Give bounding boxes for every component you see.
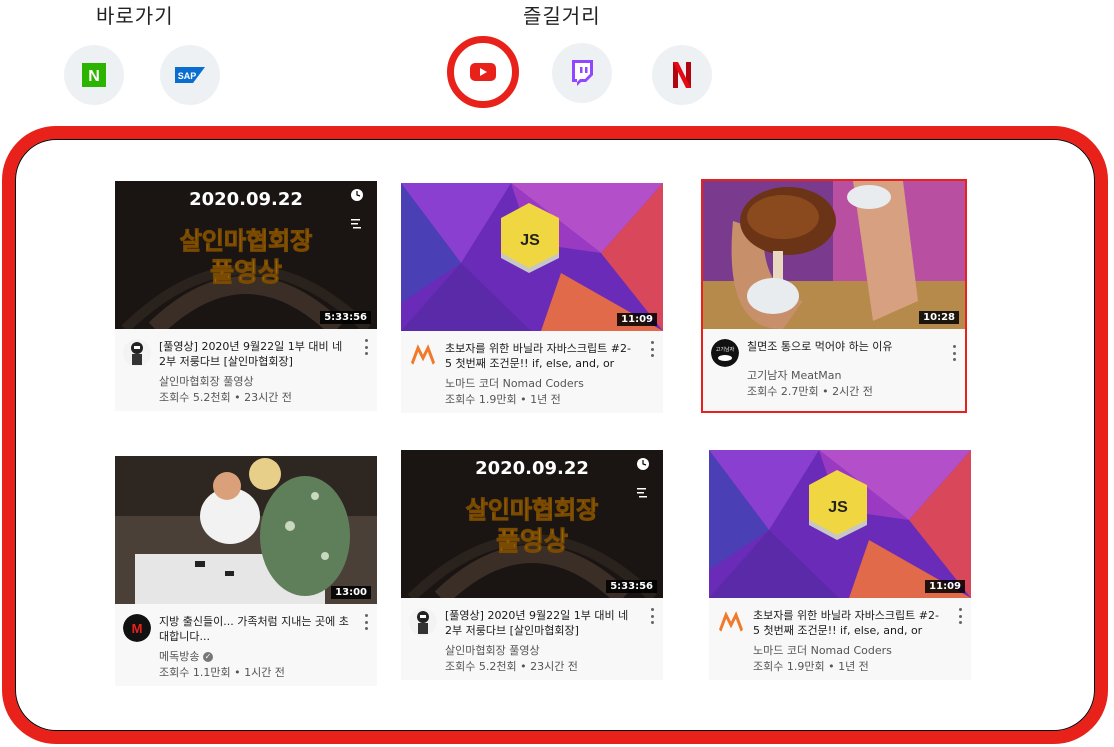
video-title[interactable]: 초보자를 위한 바닐라 자바스크립트 #2-5 첫번째 조건문!! if, el… xyxy=(445,341,637,371)
channel-avatar[interactable] xyxy=(717,608,745,636)
video-title[interactable]: 칠면조 통으로 먹어야 하는 이유 xyxy=(747,339,939,354)
channel-name[interactable]: 노마드 코더 Nomad Coders xyxy=(753,642,892,658)
video-card[interactable]: 10:28 고기남자 칠면조 통으로 먹어야 하는 이유 고기남자 MeatMa… xyxy=(701,179,967,413)
video-stats: 조회수 1.9만회 • 1년 전 xyxy=(753,660,869,673)
netflix-favorite-button[interactable] xyxy=(652,45,712,105)
video-card[interactable]: 2020.09.22 살인마협회장 풀영상 5:33:56 [풀영상] 2020… xyxy=(115,181,377,411)
video-card[interactable]: JS 11:09 초보자를 위한 바닐라 자바스크립트 #2-5 첫번째 조건문… xyxy=(709,450,971,680)
thumb-badge: JS xyxy=(828,499,848,516)
video-thumbnail[interactable]: 10:28 xyxy=(703,181,965,329)
thumb-date: 2020.09.22 xyxy=(189,189,303,210)
favorites-label: 즐길거리 xyxy=(523,4,601,28)
channel-name[interactable]: 고기남자 MeatMan xyxy=(747,367,842,383)
video-thumbnail[interactable]: JS 11:09 xyxy=(401,183,663,331)
netflix-icon xyxy=(673,62,691,88)
video-thumbnail[interactable]: 13:00 xyxy=(115,456,377,604)
video-card[interactable]: 2020.09.22 살인마협회장 풀영상 5:33:56 [풀영상] 2020… xyxy=(401,450,663,680)
video-duration: 13:00 xyxy=(331,586,371,599)
video-duration: 11:09 xyxy=(617,313,657,326)
shortcuts-label: 바로가기 xyxy=(96,4,174,28)
thumb-title-line1: 살인마협회장 xyxy=(180,227,312,255)
channel-row[interactable]: 메독방송 ✓ xyxy=(159,648,213,664)
video-thumbnail[interactable]: 2020.09.22 살인마협회장 풀영상 5:33:56 xyxy=(401,450,663,598)
video-title[interactable]: 지방 출신들이... 가족처럼 지내는 곳에 초대합니다... xyxy=(159,614,351,644)
naver-shortcut-button[interactable]: N xyxy=(64,45,124,105)
twitch-icon xyxy=(572,60,593,86)
video-title[interactable]: [풀영상] 2020년 9월22일 1부 대비 네 2부 저룽다브 [살인마협회… xyxy=(445,608,637,638)
more-options-icon[interactable] xyxy=(957,608,963,624)
youtube-favorite-button[interactable] xyxy=(447,36,519,108)
verified-icon: ✓ xyxy=(202,652,213,662)
video-card[interactable]: JS 11:09 초보자를 위한 바닐라 자바스크립트 #2-5 첫번째 조건문… xyxy=(401,183,663,413)
thumb-badge: JS xyxy=(520,232,540,249)
more-options-icon[interactable] xyxy=(649,341,655,357)
channel-avatar[interactable] xyxy=(409,608,437,636)
twitch-favorite-button[interactable] xyxy=(552,43,612,103)
video-duration: 5:33:56 xyxy=(320,311,371,324)
naver-icon: N xyxy=(82,63,106,87)
video-title[interactable]: 초보자를 위한 바닐라 자바스크립트 #2-5 첫번째 조건문!! if, el… xyxy=(753,608,945,638)
video-thumbnail[interactable]: 2020.09.22 살인마협회장 풀영상 5:33:56 xyxy=(115,181,377,329)
video-stats: 조회수 1.1만회 • 1시간 전 xyxy=(159,666,285,679)
video-thumbnail[interactable]: JS 11:09 xyxy=(709,450,971,598)
thumb-title-line1: 살인마협회장 xyxy=(466,496,598,524)
thumb-date: 2020.09.22 xyxy=(475,458,589,479)
channel-name[interactable]: 메독방송 xyxy=(159,650,199,663)
channel-name[interactable]: 살인마협회장 풀영상 xyxy=(159,373,254,389)
video-title[interactable]: [풀영상] 2020년 9월22일 1부 대비 네 2부 저룽다브 [살인마협회… xyxy=(159,339,351,369)
channel-name[interactable]: 노마드 코더 Nomad Coders xyxy=(445,375,584,391)
thumb-title-line2: 풀영상 xyxy=(496,527,568,557)
video-stats: 조회수 5.2천회 • 23시간 전 xyxy=(445,660,578,673)
more-options-icon[interactable] xyxy=(649,608,655,624)
svg-text:N: N xyxy=(88,68,100,85)
channel-avatar[interactable] xyxy=(409,341,437,369)
avatar-text: M xyxy=(132,621,143,636)
youtube-icon xyxy=(470,63,496,81)
video-stats: 조회수 1.9만회 • 1년 전 xyxy=(445,393,561,406)
video-duration: 10:28 xyxy=(919,311,959,324)
channel-avatar[interactable]: 고기남자 xyxy=(711,339,739,367)
video-duration: 5:33:56 xyxy=(606,580,657,593)
video-duration: 11:09 xyxy=(925,580,965,593)
video-card[interactable]: 13:00 M 지방 출신들이... 가족처럼 지내는 곳에 초대합니다... … xyxy=(115,456,377,686)
avatar-text: 고기남자 xyxy=(716,346,735,353)
more-options-icon[interactable] xyxy=(951,345,957,361)
svg-text:SAP: SAP xyxy=(178,71,197,81)
more-options-icon[interactable] xyxy=(363,614,369,630)
more-options-icon[interactable] xyxy=(363,339,369,355)
channel-avatar[interactable] xyxy=(123,339,151,367)
video-stats: 조회수 2.7만회 • 2시간 전 xyxy=(747,385,873,398)
thumb-title-line2: 풀영상 xyxy=(210,258,282,288)
channel-avatar[interactable]: M xyxy=(123,614,151,642)
channel-name[interactable]: 살인마협회장 풀영상 xyxy=(445,642,540,658)
sap-icon: SAP xyxy=(175,67,205,83)
video-stats: 조회수 5.2천회 • 23시간 전 xyxy=(159,391,292,404)
sap-shortcut-button[interactable]: SAP xyxy=(160,45,220,105)
